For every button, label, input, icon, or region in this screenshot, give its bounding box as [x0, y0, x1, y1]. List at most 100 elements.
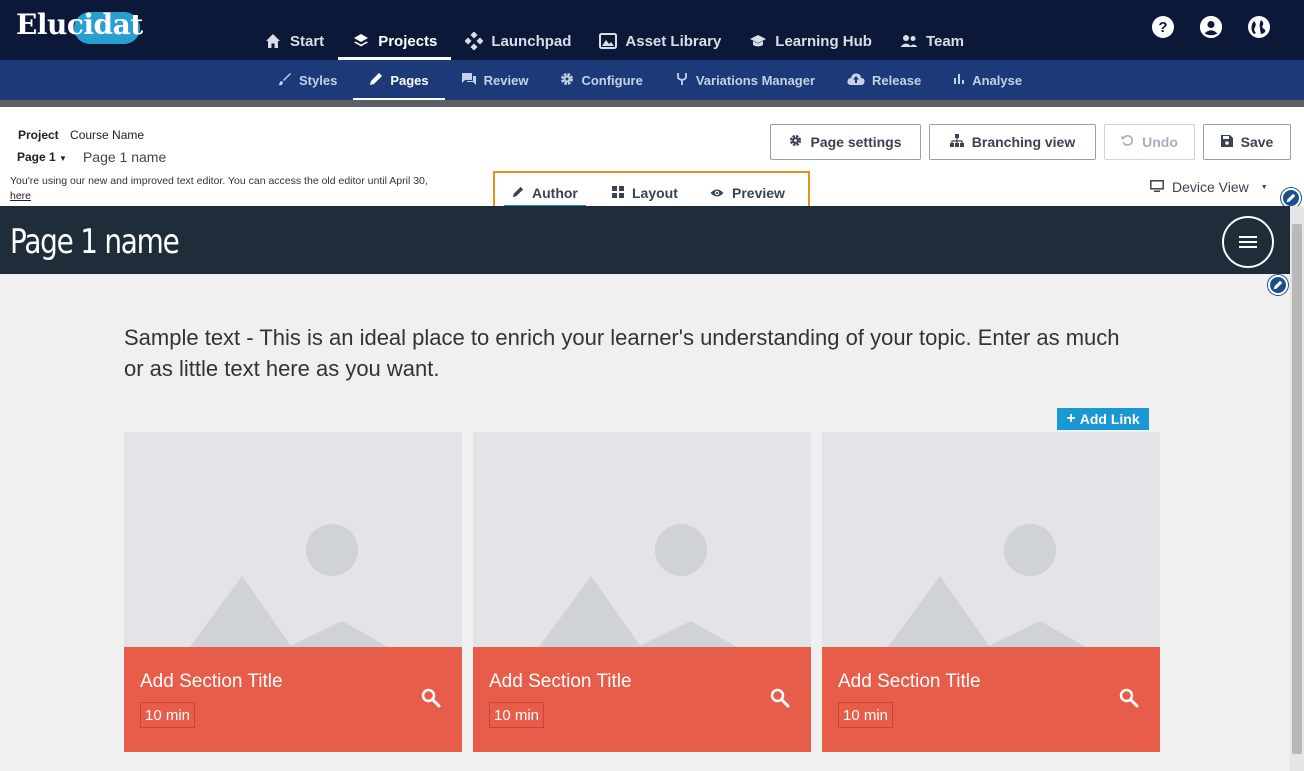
help-icon[interactable]: ?	[1152, 16, 1174, 38]
globe-icon[interactable]	[1248, 16, 1270, 38]
tab-label: Layout	[632, 185, 678, 201]
undo-button[interactable]: Undo	[1104, 124, 1195, 160]
page-settings-button[interactable]: Page settings	[770, 124, 921, 160]
page-header: Page 1 name	[0, 206, 1290, 274]
logo-text: Elucidat	[16, 8, 143, 41]
topnav-item-projects[interactable]: Projects	[338, 0, 452, 60]
image-placeholder[interactable]	[124, 432, 462, 647]
graduation-cap-icon	[749, 32, 767, 50]
section-title[interactable]: Add Section Title	[140, 671, 283, 693]
pencil-icon	[369, 72, 383, 89]
image-placeholder[interactable]	[473, 432, 811, 647]
bar-chart-icon	[953, 73, 965, 88]
notice-text: You're using our new and improved text e…	[10, 175, 428, 187]
section-title[interactable]: Add Section Title	[838, 671, 981, 693]
page-name-label: Page 1 name	[82, 149, 167, 165]
brush-icon	[278, 72, 292, 89]
tab-preview[interactable]: Preview	[710, 180, 785, 206]
account-icon[interactable]	[1200, 16, 1222, 38]
hamburger-menu-button[interactable]	[1222, 216, 1274, 268]
section-card[interactable]: Add Section Title 10 min	[473, 432, 811, 752]
duration-badge[interactable]: 10 min	[838, 702, 894, 728]
scrollbar-thumb[interactable]	[1292, 224, 1302, 754]
top-navigation: Elucidat Start Projects Launchpad Asset …	[0, 0, 1304, 60]
search-icon[interactable]	[1118, 687, 1140, 709]
layers-icon	[352, 32, 370, 50]
gear-icon	[560, 72, 574, 89]
caret-down-icon: ▼	[59, 154, 67, 163]
plus-icon: +	[1066, 410, 1076, 427]
elucidat-logo[interactable]: Elucidat	[16, 8, 143, 44]
launchpad-icon	[465, 32, 484, 50]
eye-icon	[710, 185, 724, 201]
editor-notice: You're using our new and improved text e…	[10, 174, 440, 204]
topnav-item-start[interactable]: Start	[250, 0, 338, 60]
home-icon	[264, 32, 282, 50]
edit-pencil-icon[interactable]	[1268, 275, 1288, 295]
tab-layout[interactable]: Layout	[612, 180, 678, 206]
notice-link[interactable]: here	[10, 190, 31, 202]
subnav-label: Review	[483, 72, 529, 88]
subnav-label: Analyse	[972, 72, 1023, 88]
topnav-item-launchpad[interactable]: Launchpad	[451, 0, 585, 60]
page-dropdown[interactable]: Page 1 ▼	[17, 150, 67, 164]
branching-view-button[interactable]: Branching view	[929, 124, 1096, 160]
comments-icon	[461, 72, 477, 89]
section-card[interactable]: Add Section Title 10 min	[124, 432, 462, 752]
caret-down-icon: ▼	[1260, 183, 1268, 191]
project-breadcrumb: Project Course Name	[18, 128, 144, 142]
device-view-dropdown[interactable]: Device View ▼	[1150, 179, 1268, 195]
subnav-item-pages[interactable]: Pages	[353, 60, 445, 100]
duration-badge[interactable]: 10 min	[489, 702, 545, 728]
tab-author[interactable]: Author	[504, 180, 586, 208]
fork-icon	[675, 72, 689, 89]
subnav-item-analyse[interactable]: Analyse	[937, 60, 1038, 100]
gear-icon	[789, 134, 802, 150]
image-gallery-icon	[599, 32, 618, 50]
search-icon[interactable]	[769, 687, 791, 709]
subnav-label: Pages	[390, 72, 429, 88]
page-title[interactable]: Page 1 name	[10, 222, 180, 262]
undo-label: Undo	[1142, 134, 1178, 150]
sub-navigation: Styles Pages Review Configure Variations…	[0, 60, 1304, 100]
topnav-label: Start	[290, 32, 325, 50]
edit-pencil-icon[interactable]	[1281, 188, 1301, 208]
people-icon	[900, 32, 918, 50]
monitor-icon	[1150, 179, 1164, 195]
cloud-upload-icon	[847, 72, 865, 89]
save-button[interactable]: Save	[1203, 124, 1291, 160]
subnav-item-review[interactable]: Review	[445, 60, 545, 100]
subnav-item-variations-manager[interactable]: Variations Manager	[659, 60, 831, 100]
image-placeholder[interactable]	[822, 432, 1160, 647]
topnav-label: Asset Library	[625, 32, 722, 50]
divider-bar	[0, 100, 1304, 107]
device-view-label: Device View	[1172, 179, 1249, 195]
card-footer: Add Section Title 10 min	[124, 647, 462, 752]
page-canvas: Page 1 name Sample text - This is an ide…	[0, 206, 1290, 771]
subnav-label: Configure	[581, 72, 643, 88]
menu-icon	[1239, 236, 1257, 248]
subnav-item-configure[interactable]: Configure	[544, 60, 658, 100]
topnav-item-team[interactable]: Team	[886, 0, 978, 60]
topnav-label: Team	[925, 32, 965, 50]
page-selector-row: Page 1 ▼ Page 1 name	[17, 149, 166, 165]
add-link-button[interactable]: + Add Link	[1057, 408, 1149, 430]
topnav-label: Learning Hub	[775, 32, 872, 50]
subnav-item-release[interactable]: Release	[831, 60, 937, 100]
tab-label: Preview	[732, 185, 785, 201]
save-label: Save	[1240, 134, 1274, 150]
topnav-item-learning-hub[interactable]: Learning Hub	[735, 0, 886, 60]
search-icon[interactable]	[420, 687, 442, 709]
subnav-item-styles[interactable]: Styles	[262, 60, 353, 100]
vertical-scrollbar[interactable]	[1290, 206, 1304, 771]
card-footer: Add Section Title 10 min	[473, 647, 811, 752]
section-card[interactable]: Add Section Title 10 min	[822, 432, 1160, 752]
project-name[interactable]: Course Name	[70, 128, 144, 142]
section-title[interactable]: Add Section Title	[489, 671, 632, 693]
floppy-disk-icon	[1220, 134, 1233, 150]
sample-text-block[interactable]: Sample text - This is an ideal place to …	[124, 322, 1134, 384]
undo-icon	[1121, 134, 1134, 150]
duration-badge[interactable]: 10 min	[140, 702, 196, 728]
page-dropdown-label: Page 1	[17, 150, 56, 164]
topnav-item-asset-library[interactable]: Asset Library	[585, 0, 735, 60]
